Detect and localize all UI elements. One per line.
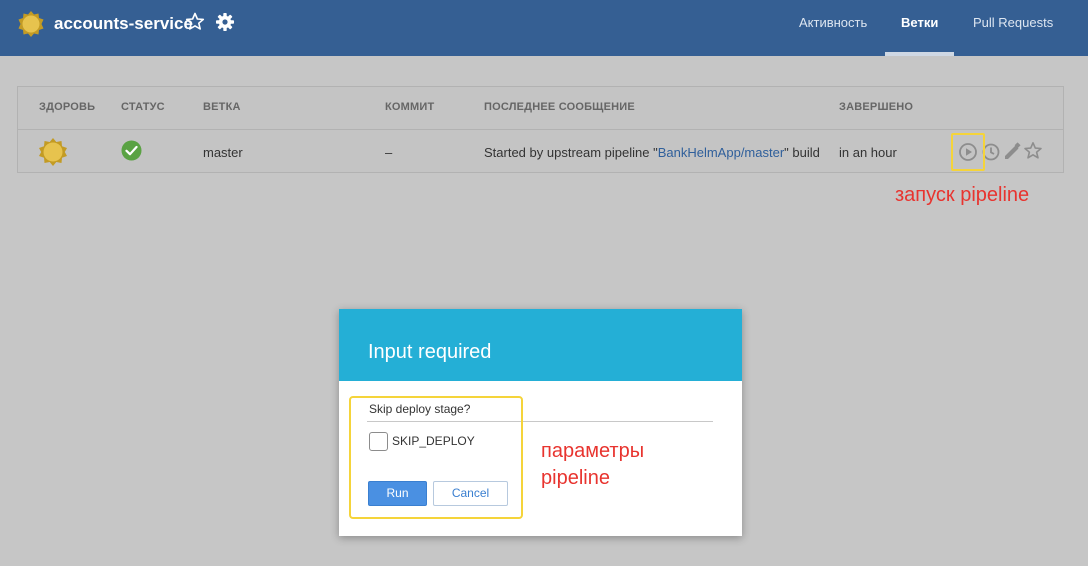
- tab-branches[interactable]: Ветки: [884, 0, 955, 56]
- tab-activity[interactable]: Активность: [799, 0, 867, 56]
- upstream-pipeline-link[interactable]: BankHelmApp/master: [658, 145, 784, 160]
- run-button-highlight: [951, 133, 985, 171]
- gear-icon[interactable]: [215, 12, 235, 32]
- top-header: accounts-service Активность Ветки Pull R…: [0, 0, 1088, 56]
- edit-pencil-icon[interactable]: [1002, 142, 1022, 162]
- column-header-status: СТАТУС: [121, 101, 165, 113]
- column-header-health: ЗДОРОВЬ: [39, 101, 96, 113]
- column-header-completed: ЗАВЕРШЕНО: [839, 101, 914, 113]
- parameters-highlight: [349, 396, 523, 519]
- logo-icon[interactable]: [18, 11, 44, 37]
- dialog-title: Input required: [368, 341, 492, 363]
- success-check-icon: [121, 140, 142, 161]
- branch-name[interactable]: master: [203, 145, 243, 160]
- row-divider: [18, 129, 1063, 130]
- app-title[interactable]: accounts-service: [54, 14, 193, 34]
- annotation-run-pipeline: запуск pipeline: [895, 184, 1030, 206]
- input-required-dialog: Input required Skip deploy stage? SKIP_D…: [339, 309, 742, 536]
- favorite-star-icon[interactable]: [1023, 141, 1043, 161]
- dialog-header: Input required: [339, 309, 742, 381]
- tab-pull-requests[interactable]: Pull Requests: [973, 0, 1053, 56]
- column-header-branch: ВЕТКА: [203, 101, 241, 113]
- sunny-weather-icon: [39, 138, 67, 166]
- last-message: Started by upstream pipeline "BankHelmAp…: [484, 145, 820, 160]
- commit-hash: –: [385, 145, 393, 160]
- favorite-star-icon[interactable]: [185, 12, 205, 32]
- branches-table: ЗДОРОВЬ СТАТУС ВЕТКА КОММИТ ПОСЛЕДНЕЕ СО…: [17, 86, 1064, 173]
- column-header-last-message: ПОСЛЕДНЕЕ СООБЩЕНИЕ: [484, 101, 635, 113]
- column-header-commit: КОММИТ: [385, 101, 435, 113]
- completed-time: in an hour: [839, 145, 897, 160]
- annotation-pipeline-params: параметры pipeline: [541, 440, 645, 489]
